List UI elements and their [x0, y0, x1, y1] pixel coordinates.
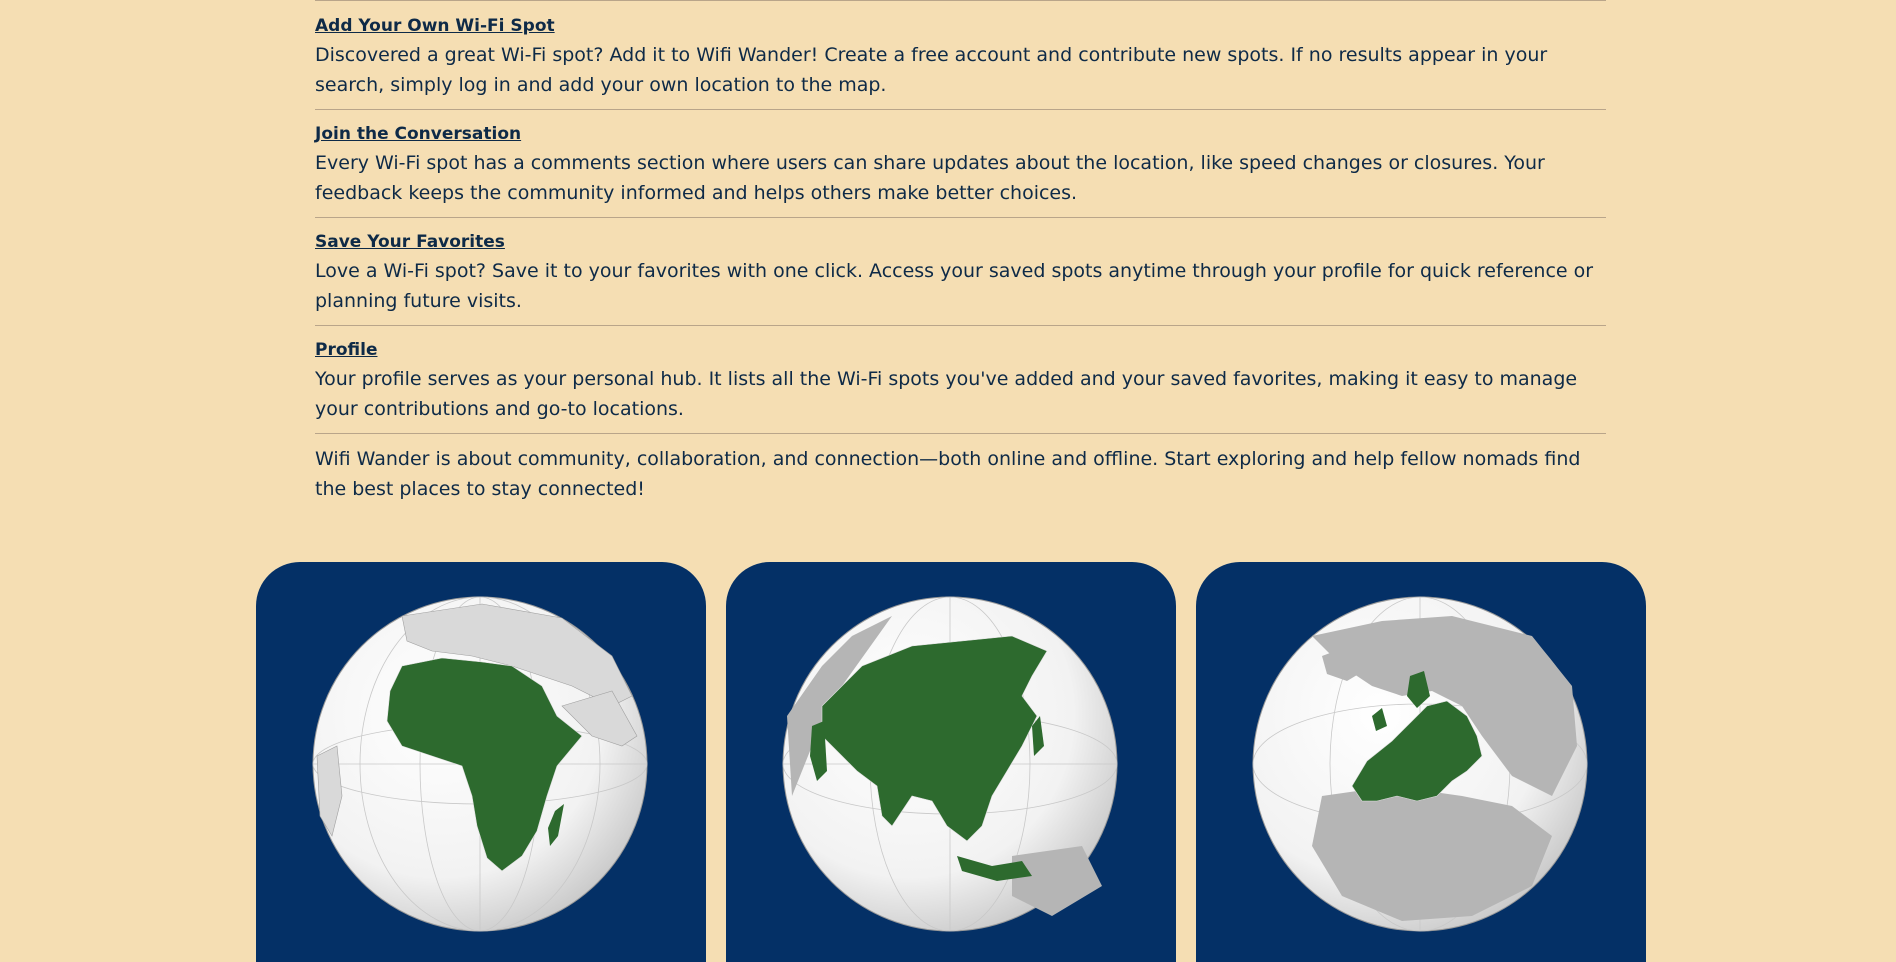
asia-globe-icon: [782, 596, 1118, 932]
section-text: Love a Wi-Fi spot? Save it to your favor…: [315, 260, 1594, 312]
section-conversation: Join the Conversation Every Wi-Fi spot h…: [315, 109, 1606, 217]
section-text: Discovered a great Wi-Fi spot? Add it to…: [315, 44, 1548, 96]
about-content: Add Your Own Wi-Fi Spot Discovered a gre…: [315, 0, 1606, 504]
closing-paragraph: Wifi Wander is about community, collabor…: [315, 448, 1581, 500]
region-card-europe[interactable]: [1196, 562, 1646, 962]
section-title-link[interactable]: Save Your Favorites: [315, 230, 505, 254]
europe-globe-icon: [1252, 596, 1588, 932]
section-text: Every Wi-Fi spot has a comments section …: [315, 152, 1545, 204]
section-text: Your profile serves as your personal hub…: [315, 368, 1578, 420]
section-title-link[interactable]: Join the Conversation: [315, 122, 521, 146]
section-profile: Profile Your profile serves as your pers…: [315, 325, 1606, 433]
section-title-link[interactable]: Add Your Own Wi-Fi Spot: [315, 14, 555, 38]
section-add-spot: Add Your Own Wi-Fi Spot Discovered a gre…: [315, 0, 1606, 109]
section-favorites: Save Your Favorites Love a Wi-Fi spot? S…: [315, 217, 1606, 325]
section-title-link[interactable]: Profile: [315, 338, 377, 362]
region-card-africa[interactable]: [256, 562, 706, 962]
africa-globe-icon: [312, 596, 648, 932]
closing-paragraph-wrapper: Wifi Wander is about community, collabor…: [315, 433, 1606, 504]
region-cards: [256, 562, 1646, 962]
region-card-asia[interactable]: [726, 562, 1176, 962]
